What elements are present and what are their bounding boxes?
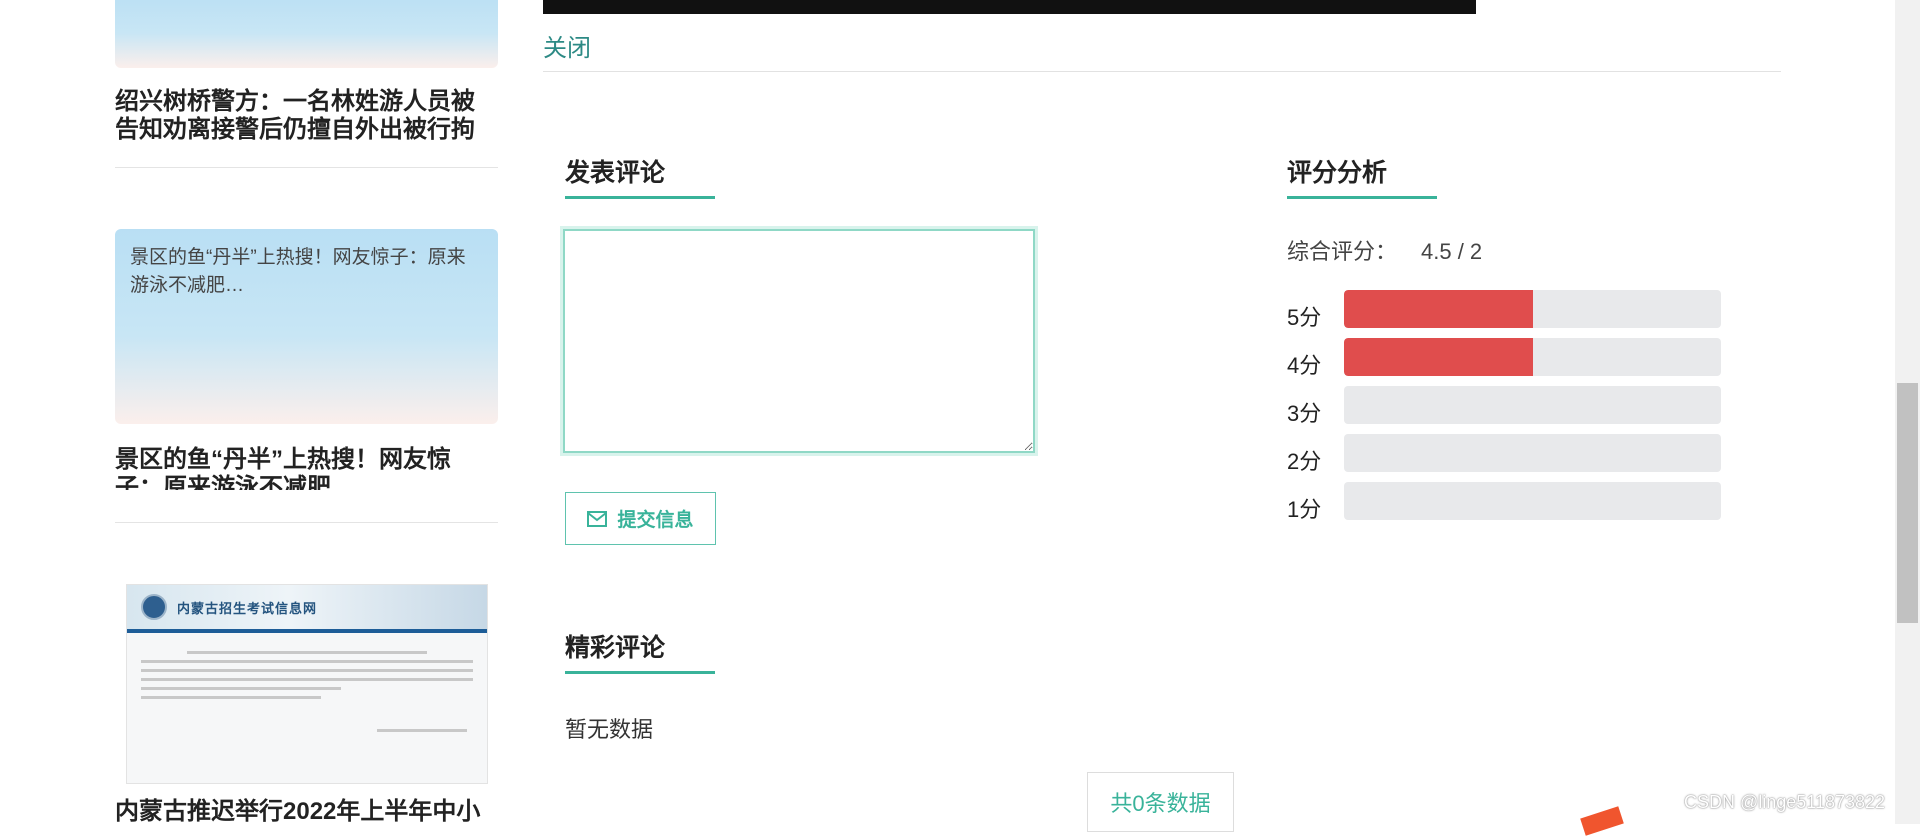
empty-state-text: 暂无数据 — [565, 717, 654, 742]
rating-row: 1分 — [1287, 482, 1722, 522]
rating-title-underline — [1287, 196, 1437, 199]
featured-title-underline — [565, 671, 715, 674]
rating-row: 3分 — [1287, 386, 1722, 426]
document-line — [141, 687, 341, 690]
comment-textarea[interactable] — [563, 229, 1035, 453]
comment-section-title: 发表评论 — [565, 159, 666, 187]
rating-row-label: 1分 — [1287, 497, 1322, 522]
banner-text: 内蒙古招生考试信息网 — [177, 600, 318, 616]
document-line — [187, 651, 427, 654]
emblem-icon — [141, 594, 167, 620]
news-card-title-2[interactable]: 景区的鱼“丹半”上热搜！网友惊子：原来游泳不减肥 — [115, 446, 498, 490]
document-line — [141, 669, 473, 672]
document-line — [141, 696, 321, 699]
section-divider — [543, 71, 1781, 72]
rating-bar-fill — [1344, 290, 1533, 328]
rating-row: 2分 — [1287, 434, 1722, 474]
sidebar-divider — [115, 522, 498, 523]
envelope-icon — [587, 510, 608, 527]
rating-bar-fill — [1344, 338, 1533, 376]
rating-row-label: 4分 — [1287, 353, 1322, 378]
watermark: CSDN @linge511873822 — [1684, 792, 1886, 812]
news-card-image-1[interactable] — [115, 0, 498, 68]
floating-badge[interactable] — [1580, 806, 1624, 836]
rating-row: 4分 — [1287, 338, 1722, 378]
submit-button[interactable]: 提交信息 — [565, 492, 716, 545]
sidebar-divider — [115, 167, 498, 168]
rating-bar-track — [1344, 386, 1721, 424]
featured-section-title: 精彩评论 — [565, 634, 666, 662]
news-card-title-3[interactable]: 内蒙古推迟举行2022年上半年中小 — [115, 798, 498, 826]
close-link[interactable]: 关闭 — [543, 28, 591, 63]
comment-title-underline — [565, 196, 715, 199]
rating-row-label: 2分 — [1287, 449, 1322, 474]
pagination-total: 共0条数据 — [1087, 772, 1234, 832]
document-line — [141, 660, 473, 663]
rating-row-label: 5分 — [1287, 305, 1322, 330]
rating-bar-track — [1344, 482, 1721, 520]
news-card-image-3[interactable]: 内蒙古招生考试信息网 — [126, 584, 488, 784]
rating-section-title: 评分分析 — [1287, 159, 1388, 187]
document-line — [377, 729, 467, 732]
rating-summary: 综合评分： 4.5 / 2 — [1287, 234, 1482, 266]
video-player-bottom[interactable] — [543, 0, 1476, 14]
rating-bar-track — [1344, 434, 1721, 472]
news-card-title-1[interactable]: 绍兴树桥警方：一名林姓游人员被告知劝离接警后仍擅自外出被行拘 — [115, 88, 498, 144]
rating-row: 5分 — [1287, 290, 1722, 330]
rating-bar-track — [1344, 338, 1721, 376]
page-scrollbar-thumb[interactable] — [1897, 383, 1918, 623]
rating-bar-track — [1344, 290, 1721, 328]
document-line — [141, 678, 473, 681]
submit-button-label: 提交信息 — [617, 510, 694, 531]
rating-summary-label: 综合评分： — [1287, 239, 1398, 264]
news-card-overlay-text-2: 景区的鱼“丹半”上热搜！网友惊子：原来游泳不减肥… — [130, 247, 466, 296]
rating-row-label: 3分 — [1287, 401, 1322, 426]
website-banner: 内蒙古招生考试信息网 — [127, 585, 487, 633]
rating-summary-value: 4.5 / 2 — [1421, 239, 1483, 264]
